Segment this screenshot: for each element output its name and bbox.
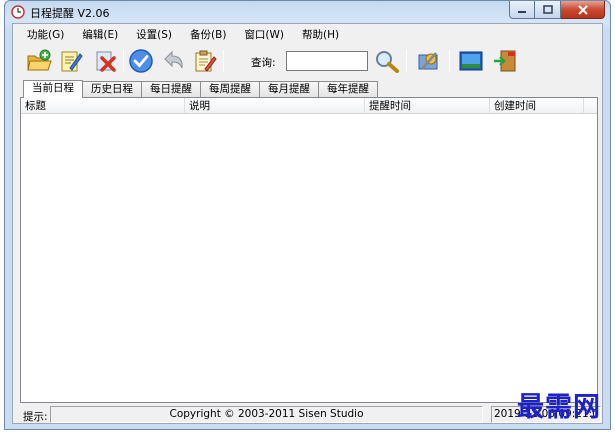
settings-tools-icon bbox=[418, 52, 438, 70]
complete-button[interactable] bbox=[127, 47, 155, 75]
toolbar: 查询: bbox=[13, 46, 602, 76]
close-icon bbox=[577, 4, 588, 15]
exit-door-icon bbox=[494, 50, 516, 72]
exit-button[interactable] bbox=[491, 47, 519, 75]
tab-history-schedule[interactable]: 历史日程 bbox=[82, 81, 142, 97]
screen-icon bbox=[459, 51, 483, 71]
toolbar-separator bbox=[406, 50, 407, 72]
undo-icon bbox=[164, 50, 183, 69]
status-bar: 提示: Copyright © 2003-2011 Sisen Studio 2… bbox=[13, 405, 602, 424]
memo-button[interactable] bbox=[191, 47, 219, 75]
tab-daily-reminder[interactable]: 每日提醒 bbox=[141, 81, 201, 97]
query-label: 查询: bbox=[251, 57, 276, 69]
toolbar-separator bbox=[449, 50, 450, 72]
status-message: Copyright © 2003-2011 Sisen Studio bbox=[50, 406, 483, 423]
close-button[interactable] bbox=[561, 1, 605, 19]
open-button[interactable] bbox=[25, 47, 53, 75]
tab-strip: 当前日程 历史日程 每日提醒 每周提醒 每月提醒 每年提醒 bbox=[23, 80, 378, 98]
edit-note-icon bbox=[61, 51, 83, 72]
menu-function[interactable]: 功能(G) bbox=[27, 27, 64, 42]
menu-settings[interactable]: 设置(S) bbox=[136, 27, 172, 42]
title-bar[interactable]: 日程提醒 V2.06 bbox=[5, 1, 610, 23]
list-header: 标题 说明 提醒时间 创建时间 bbox=[21, 98, 597, 114]
schedule-list[interactable]: 标题 说明 提醒时间 创建时间 bbox=[20, 97, 598, 403]
window-title: 日程提醒 V2.06 bbox=[30, 7, 110, 20]
tools-button[interactable] bbox=[415, 47, 443, 75]
toolbar-separator bbox=[223, 50, 224, 72]
client-area: 功能(G) 编辑(E) 设置(S) 备份(B) 窗口(W) 帮助(H) 查询: … bbox=[12, 23, 603, 424]
column-header-reminder-time[interactable]: 提醒时间 bbox=[365, 98, 490, 114]
minimize-button[interactable] bbox=[509, 1, 535, 19]
delete-icon bbox=[96, 51, 116, 72]
screen-button[interactable] bbox=[457, 47, 485, 75]
menu-bar: 功能(G) 编辑(E) 设置(S) 备份(B) 窗口(W) 帮助(H) bbox=[13, 24, 602, 44]
check-icon bbox=[129, 49, 153, 73]
query-input[interactable] bbox=[286, 51, 368, 71]
app-icon bbox=[11, 5, 25, 19]
watermark-text: 最需网 bbox=[517, 392, 601, 423]
column-header-description[interactable]: 说明 bbox=[185, 98, 365, 114]
tab-current-schedule[interactable]: 当前日程 bbox=[23, 80, 83, 98]
maximize-button[interactable] bbox=[535, 1, 561, 19]
column-header-title[interactable]: 标题 bbox=[21, 98, 185, 114]
menu-help[interactable]: 帮助(H) bbox=[302, 27, 339, 42]
app-window: 日程提醒 V2.06 功能(G) 编辑(E) 设置(S) 备份(B) 窗口(W)… bbox=[4, 0, 611, 430]
search-icon bbox=[376, 51, 399, 73]
menu-backup[interactable]: 备份(B) bbox=[190, 27, 226, 42]
menu-edit[interactable]: 编辑(E) bbox=[82, 27, 118, 42]
undo-button[interactable] bbox=[159, 47, 187, 75]
minimize-icon bbox=[518, 10, 526, 13]
open-folder-icon bbox=[27, 49, 52, 71]
caption-buttons bbox=[509, 1, 605, 19]
status-label: 提示: bbox=[23, 411, 48, 423]
edit-button[interactable] bbox=[57, 47, 85, 75]
column-header-created-time[interactable]: 创建时间 bbox=[490, 98, 584, 114]
menu-window[interactable]: 窗口(W) bbox=[244, 27, 284, 42]
tab-monthly-reminder[interactable]: 每月提醒 bbox=[259, 81, 319, 97]
maximize-icon bbox=[542, 5, 553, 14]
search-button[interactable] bbox=[373, 47, 401, 75]
tab-weekly-reminder[interactable]: 每周提醒 bbox=[200, 81, 260, 97]
toolbar-separator bbox=[123, 50, 124, 72]
delete-button[interactable] bbox=[91, 47, 119, 75]
clipboard-edit-icon bbox=[195, 50, 217, 72]
tab-yearly-reminder[interactable]: 每年提醒 bbox=[318, 81, 378, 97]
